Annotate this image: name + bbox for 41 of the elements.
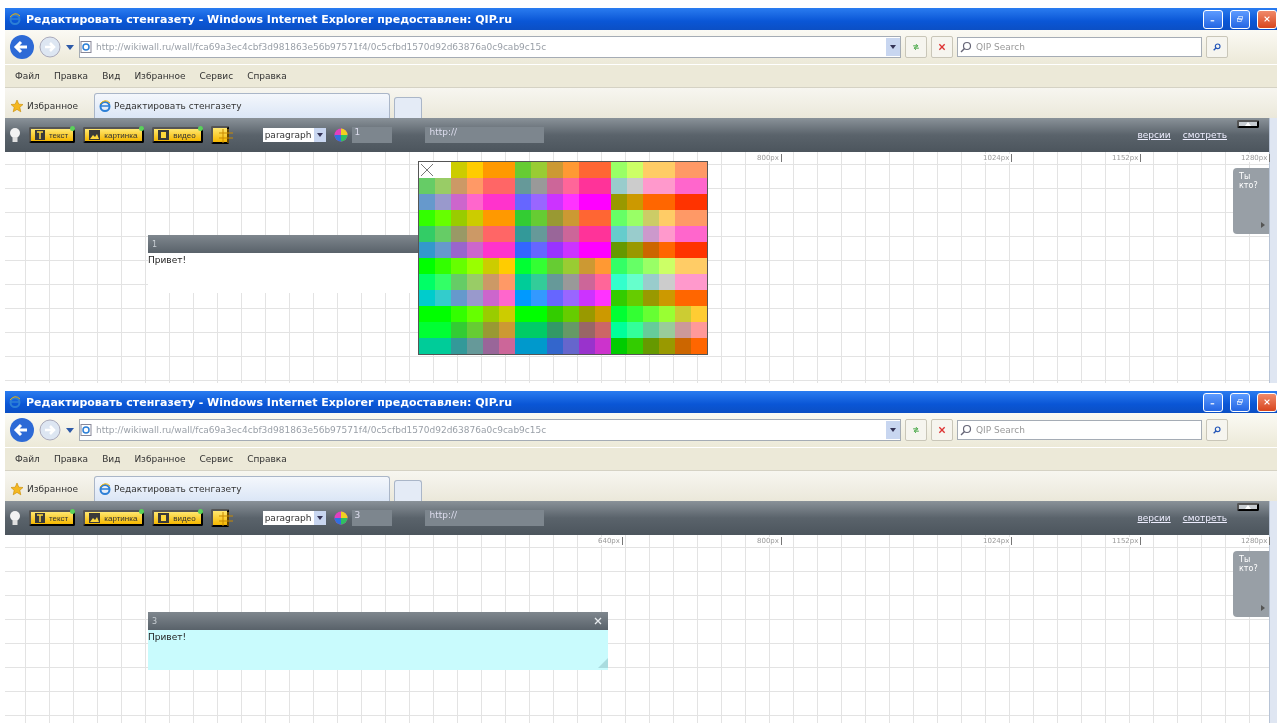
favorites-button[interactable]: Избранное	[10, 477, 91, 501]
search-field[interactable]: QIP Search	[957, 37, 1202, 57]
block-number: 3	[152, 616, 158, 626]
side-panel-text: Ты кто?	[1239, 172, 1259, 190]
toolbar-link[interactable]: версии	[1137, 513, 1171, 523]
side-panel-text: Ты кто?	[1239, 555, 1259, 573]
url-text: http://wikiwall.ru/wall/fca69a3ec4cbf3d981863e56b97571f4/0c5cfbd1570d92d63876a0c9cab9c15c	[96, 42, 547, 52]
menu-item[interactable]: Справка	[247, 71, 287, 81]
menu-item[interactable]: Избранное	[134, 71, 186, 81]
tool-button[interactable]: картинка	[83, 127, 145, 143]
menu-item[interactable]: Правка	[53, 454, 89, 464]
menu-item[interactable]: Файл	[15, 71, 40, 81]
text-block[interactable]: Привет!	[148, 630, 608, 670]
toolbar-link[interactable]: смотреть	[1182, 513, 1227, 523]
menu-item[interactable]: Файл	[15, 454, 40, 464]
block-text: Привет!	[148, 255, 187, 265]
menu-item[interactable]: Вид	[102, 454, 121, 464]
tool-button[interactable]: текст	[29, 127, 76, 143]
menu-item[interactable]: Правка	[53, 71, 89, 81]
tool-button[interactable]: картинка	[83, 510, 145, 526]
menu-item[interactable]: Сервис	[199, 71, 234, 81]
block-text: Привет!	[148, 632, 187, 642]
menu-item[interactable]: Справка	[247, 454, 287, 464]
tool-button[interactable]: видео	[152, 127, 203, 143]
url-text: http://wikiwall.ru/wall/fca69a3ec4cbf3d981863e56b97571f4/0c5cfbd1570d92d63876a0c9cab9c15c	[96, 425, 547, 435]
menu-item[interactable]: Сервис	[199, 454, 234, 464]
favorites-button[interactable]: Избранное	[10, 94, 91, 118]
window-title: Редактировать стенгазету - Windows Internet Explorer предоставлен: QIP.ru	[26, 395, 514, 409]
block-number: 1	[152, 239, 158, 249]
menu-item[interactable]: Избранное	[134, 454, 186, 464]
menu-item[interactable]: Вид	[102, 71, 121, 81]
format-select[interactable]: paragraph	[262, 128, 327, 142]
tool-button[interactable]: видео	[152, 510, 203, 526]
window-title: Редактировать стенгазету - Windows Internet Explorer предоставлен: QIP.ru	[26, 12, 514, 26]
search-field[interactable]: QIP Search	[957, 420, 1202, 440]
tool-button[interactable]: текст	[29, 510, 76, 526]
format-select[interactable]: paragraph	[262, 511, 327, 525]
toolbar-link[interactable]: смотреть	[1182, 130, 1227, 140]
toolbar-link[interactable]: версии	[1137, 130, 1171, 140]
browser-tab[interactable]: Редактировать стенгазету	[94, 93, 391, 118]
browser-tab[interactable]: Редактировать стенгазету	[94, 476, 391, 501]
